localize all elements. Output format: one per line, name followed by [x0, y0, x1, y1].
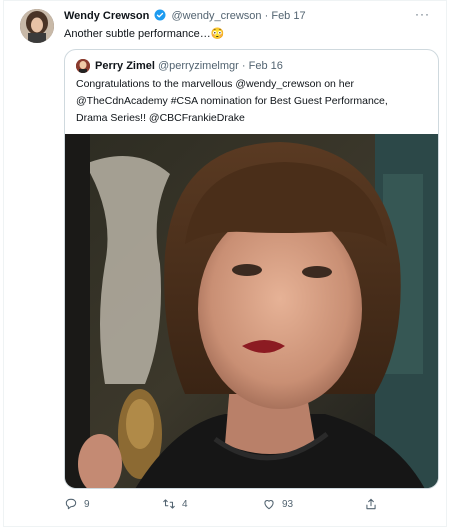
tweet-text: Another subtle performance…😳: [64, 27, 224, 41]
quoted-separator: ·: [241, 60, 246, 72]
like-button[interactable]: 93: [262, 497, 293, 511]
verified-badge-icon: [154, 9, 166, 21]
tweet-card[interactable]: Wendy Crewson @wendy_crewson · Feb 17 ··…: [3, 0, 447, 527]
retweet-count: 4: [182, 498, 188, 510]
page: Wendy Crewson @wendy_crewson · Feb 17 ··…: [0, 0, 450, 529]
tweet-header: Wendy Crewson @wendy_crewson · Feb 17: [64, 9, 306, 23]
separator-dot: ·: [264, 10, 269, 22]
quoted-text-line: @TheCdnAcademy #CSA nomination for Best …: [76, 95, 388, 107]
quoted-author-handle: @perryzimelmgr: [157, 60, 239, 72]
author-handle[interactable]: @wendy_crewson: [172, 10, 262, 22]
reply-icon: [65, 498, 77, 510]
like-count: 93: [282, 498, 294, 510]
share-button[interactable]: [364, 497, 378, 511]
like-icon: [264, 500, 274, 510]
quoted-text-line: Congratulations to the marvellous @wendy…: [76, 78, 354, 90]
author-avatar[interactable]: [20, 9, 54, 43]
quoted-text-line: Drama Series!! @CBCFrankieDrake: [76, 112, 245, 124]
tweet-actions: 9 4 93: [64, 497, 444, 517]
retweet-icon: [163, 499, 175, 509]
quoted-author-name: Perry Zimel: [95, 60, 155, 72]
retweet-button[interactable]: 4: [162, 497, 188, 511]
author-name[interactable]: Wendy Crewson: [64, 10, 149, 22]
quoted-tweet[interactable]: Perry Zimel @perryzimelmgr · Feb 16 Cong…: [64, 49, 439, 489]
quoted-date: Feb 16: [248, 60, 283, 72]
tweet-body: Another subtle performance…: [64, 28, 211, 40]
more-icon[interactable]: ···: [415, 7, 430, 21]
quoted-text: Congratulations to the marvellous @wendy…: [76, 76, 431, 127]
tweet-date[interactable]: Feb 17: [271, 10, 305, 22]
quoted-header: Perry Zimel @perryzimelmgr · Feb 16: [95, 59, 283, 73]
quoted-author-avatar: [76, 59, 90, 73]
flushed-emoji: 😳: [210, 28, 225, 40]
quoted-photo[interactable]: [65, 134, 438, 488]
reply-count: 9: [84, 498, 90, 510]
share-icon: [366, 498, 376, 510]
reply-button[interactable]: 9: [64, 497, 90, 511]
